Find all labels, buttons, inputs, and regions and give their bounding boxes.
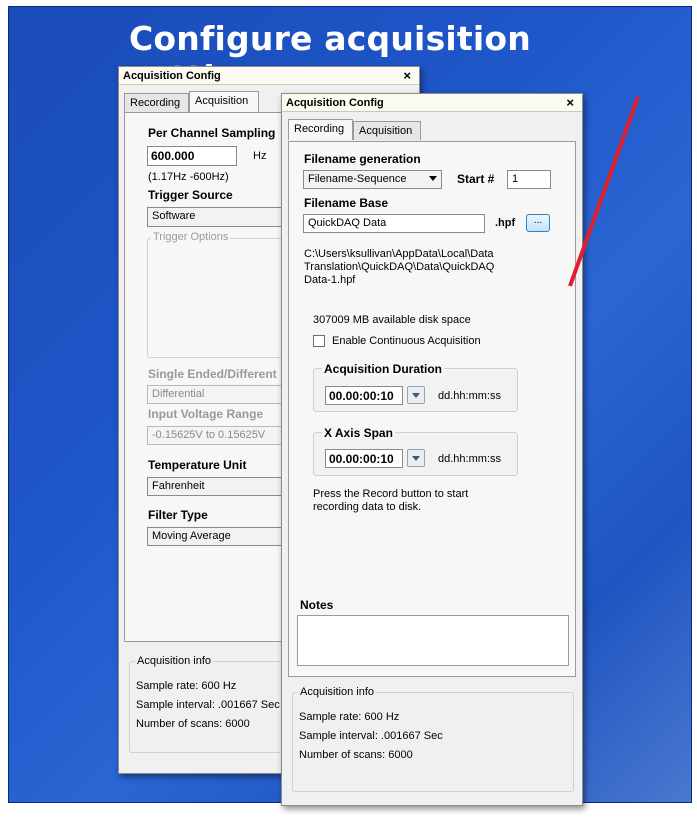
span-input[interactable]: 00.00:00:10: [325, 449, 403, 468]
continuous-checkbox[interactable]: [313, 335, 325, 347]
front-window-title: Acquisition Config: [286, 97, 384, 109]
front-info-rate: Sample rate: 600 Hz: [299, 711, 400, 723]
sampling-input[interactable]: 600.000: [147, 146, 237, 166]
tab-recording[interactable]: Recording: [124, 93, 189, 112]
front-info-group: [292, 692, 574, 792]
filename-base-input[interactable]: QuickDAQ Data: [303, 214, 485, 233]
path-line-3: Data-1.hpf: [304, 274, 356, 286]
duration-input[interactable]: 00.00:00:10: [325, 386, 403, 405]
duration-format: dd.hh:mm:ss: [438, 390, 501, 402]
span-label: X Axis Span: [322, 426, 395, 440]
filename-gen-value: Filename-Sequence: [308, 173, 407, 185]
front-window-titlebar[interactable]: Acquisition Config ×: [282, 94, 582, 112]
hint-line-2: recording data to disk.: [313, 501, 422, 513]
notes-label: Notes: [300, 598, 334, 612]
extension-label: .hpf: [495, 217, 516, 229]
filename-gen-label: Filename generation: [304, 152, 421, 166]
hint-line-1: Press the Record button to start: [313, 488, 469, 500]
path-line-1: C:\Users\ksullivan\AppData\Local\Data: [304, 248, 494, 260]
start-input[interactable]: 1: [507, 170, 551, 189]
sampling-range: (1.17Hz -600Hz): [148, 171, 229, 183]
front-info-scans: Number of scans: 6000: [299, 749, 413, 761]
chevron-down-icon: [412, 456, 420, 461]
close-icon[interactable]: ×: [566, 95, 574, 110]
front-window-tabs: Recording Acquisition: [288, 119, 578, 141]
tab-recording[interactable]: Recording: [288, 119, 353, 140]
sampling-unit: Hz: [253, 150, 267, 162]
filename-gen-select[interactable]: Filename-Sequence: [303, 170, 442, 189]
duration-label: Acquisition Duration: [322, 362, 444, 376]
chevron-down-icon: [412, 393, 420, 398]
front-info-title: Acquisition info: [298, 686, 376, 698]
notes-textarea[interactable]: [297, 615, 569, 666]
front-recording-panel: Filename generation Filename-Sequence St…: [288, 141, 576, 677]
single-ended-label: Single Ended/Different: [148, 367, 277, 381]
back-info-title: Acquisition info: [135, 655, 213, 667]
tab-acquisition[interactable]: Acquisition: [189, 91, 259, 112]
temperature-label: Temperature Unit: [148, 458, 247, 472]
trigger-source-label: Trigger Source: [148, 188, 233, 202]
chevron-down-icon: [429, 176, 437, 181]
filename-base-label: Filename Base: [304, 196, 389, 210]
span-dropdown[interactable]: [407, 449, 425, 467]
front-config-window: Acquisition Config × Recording Acquisiti…: [281, 93, 583, 806]
sampling-label: Per Channel Sampling: [148, 126, 276, 140]
disk-space: 307009 MB available disk space: [313, 314, 471, 326]
duration-dropdown[interactable]: [407, 386, 425, 404]
continuous-label: Enable Continuous Acquisition: [332, 335, 481, 347]
back-window-title: Acquisition Config: [123, 70, 221, 82]
trigger-options-label: Trigger Options: [151, 231, 231, 243]
back-window-titlebar[interactable]: Acquisition Config ×: [119, 67, 419, 85]
back-info-scans: Number of scans: 6000: [136, 718, 250, 730]
back-info-interval: Sample interval: .001667 Sec: [136, 699, 280, 711]
browse-button[interactable]: ...: [526, 214, 550, 232]
filter-label: Filter Type: [148, 508, 208, 522]
input-voltage-label: Input Voltage Range: [148, 407, 264, 421]
back-info-rate: Sample rate: 600 Hz: [136, 680, 237, 692]
start-label: Start #: [457, 172, 495, 186]
path-line-2: Translation\QuickDAQ\Data\QuickDAQ: [304, 261, 495, 273]
span-format: dd.hh:mm:ss: [438, 453, 501, 465]
front-info-interval: Sample interval: .001667 Sec: [299, 730, 443, 742]
tab-acquisition[interactable]: Acquisition: [353, 121, 421, 140]
close-icon[interactable]: ×: [403, 68, 411, 83]
